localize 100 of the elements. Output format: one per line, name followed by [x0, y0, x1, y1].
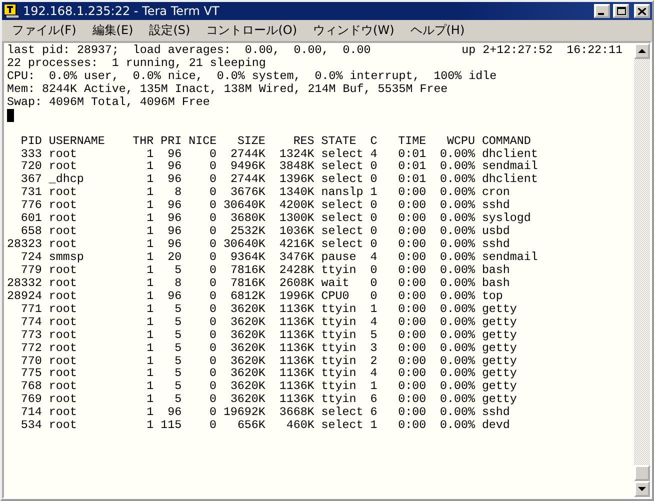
table-cell-text: 0:00	[397, 342, 426, 355]
column-header: THR	[132, 134, 154, 148]
table-cell-text: 2428K	[278, 264, 314, 277]
table-cell: 0	[370, 264, 378, 277]
table-cell-text: 658	[20, 225, 42, 238]
app-icon	[4, 4, 20, 18]
table-cell-text: 601	[20, 212, 42, 226]
table-cell: 5	[370, 328, 378, 342]
table-cell-text: 0.00%	[438, 367, 475, 380]
table-cell: 6	[370, 406, 378, 420]
scrollbar[interactable]	[634, 43, 650, 497]
scroll-up-button[interactable]	[634, 43, 650, 59]
table-cell-text: 779	[20, 264, 42, 277]
table-cell-text: root	[48, 316, 78, 329]
table-cell-text: 0.00%	[438, 406, 475, 420]
table-cell-text: 0:00	[397, 367, 426, 380]
table-cell-text: 1136K	[278, 302, 314, 316]
table-cell-text: 0:00	[397, 316, 426, 329]
column-header: SIZE	[236, 134, 266, 148]
table-cell-text: 0	[208, 173, 217, 186]
table-cell-text: 0.00%	[438, 212, 475, 226]
table-cell-text: ttyin	[321, 354, 358, 368]
table-cell: 28924	[7, 290, 42, 303]
table-cell-text: 0.00%	[438, 302, 475, 316]
scroll-thumb[interactable]	[634, 465, 650, 481]
menu-item[interactable]: ウィンドウ(W)	[307, 20, 402, 40]
table-cell: 1	[370, 302, 378, 316]
menu-item[interactable]: 編集(E)	[86, 20, 142, 40]
table-cell-text: 768	[20, 380, 42, 394]
table-cell-text: 0:00	[397, 406, 426, 420]
table-cell-text: 0.00%	[438, 290, 475, 303]
table-cell-text: 7816K	[229, 276, 266, 290]
table-cell-text: 1	[146, 199, 154, 212]
table-cell: 6	[370, 393, 378, 406]
table-cell-text: 0.00%	[438, 354, 475, 368]
table-cell-text: 20	[166, 251, 182, 264]
table-cell-text: 0:00	[397, 212, 426, 226]
table-cell-text: 1	[146, 406, 154, 420]
table-cell-text: sshd	[482, 406, 511, 420]
menu-item[interactable]: コントロール(O)	[200, 20, 306, 40]
table-cell-text: 0:00	[397, 225, 426, 238]
maximize-button[interactable]	[613, 4, 629, 18]
table-cell: select	[321, 406, 364, 420]
table-cell-text: 0:00	[397, 251, 426, 264]
column-header: RES	[292, 134, 314, 148]
table-cell-text: 5	[174, 354, 182, 368]
table-cell-text: root	[48, 290, 78, 303]
table-cell-text: devd	[482, 419, 511, 432]
table-cell-text: 19692K	[222, 406, 266, 420]
menu-item[interactable]: ヘルプ(H)	[404, 20, 473, 40]
table-cell-text: ttyin	[321, 264, 358, 277]
table-cell: 0	[370, 276, 378, 290]
table-cell-text: 1	[146, 225, 154, 238]
table-cell-text: 0	[208, 316, 217, 329]
table-cell-text: dhclient	[482, 148, 539, 160]
table-cell-text: 772	[20, 342, 42, 355]
table-cell-text: root	[48, 380, 78, 394]
table-cell-text: 0	[208, 238, 217, 252]
table-cell-text: 3620K	[229, 393, 266, 406]
table-cell-text: 5	[174, 302, 182, 316]
table-cell-text: 0:01	[397, 173, 426, 186]
table-cell-text: 9496K	[229, 160, 266, 174]
table-cell-text: root	[48, 186, 78, 200]
table-cell: 4	[370, 316, 378, 329]
table-cell-text: 1	[146, 367, 154, 380]
table-cell-text: 96	[166, 160, 182, 174]
table-cell-text: 1	[146, 160, 154, 174]
minimize-button[interactable]	[594, 4, 610, 18]
column-header: PRI	[160, 134, 182, 148]
terminal-line: up 2+12:27:52 16:22:11	[462, 44, 623, 57]
table-cell-text: 1	[146, 212, 154, 226]
table-cell-text: 0.00%	[438, 276, 475, 290]
table-cell-text: ttyin	[321, 316, 358, 329]
table-cell-text: 3620K	[229, 380, 266, 394]
scroll-down-button[interactable]	[634, 481, 650, 497]
table-cell: select	[321, 225, 364, 238]
table-cell-text: 0.00%	[438, 225, 475, 238]
menu-item[interactable]: ファイル(F)	[6, 20, 84, 40]
table-cell-text: cron	[482, 186, 511, 200]
table-cell: select	[321, 160, 364, 174]
table-cell-text: root	[48, 199, 78, 212]
table-cell-text: usbd	[482, 225, 511, 238]
table-cell-text: 0	[208, 148, 217, 160]
column-header: TIME	[397, 134, 426, 148]
column-header: COMMAND	[482, 134, 532, 148]
table-cell-text: 0.00%	[438, 186, 475, 200]
table-cell-text: sshd	[482, 199, 511, 212]
table-cell-text: dhclient	[482, 173, 539, 186]
table-cell-text: 0.00%	[438, 173, 475, 186]
table-cell-text: 0:00	[397, 186, 426, 200]
table-cell-text: 1	[146, 173, 154, 186]
table-cell-text: 3668K	[278, 406, 314, 420]
table-cell-text: 5	[174, 316, 182, 329]
menu-item[interactable]: 設定(S)	[143, 20, 198, 40]
close-icon	[638, 8, 646, 14]
table-cell: select	[321, 238, 364, 252]
table-cell: 1	[370, 419, 378, 432]
table-cell-text: 30640K	[222, 199, 266, 212]
close-button[interactable]	[634, 4, 650, 18]
table-cell-text: 1	[146, 380, 154, 394]
